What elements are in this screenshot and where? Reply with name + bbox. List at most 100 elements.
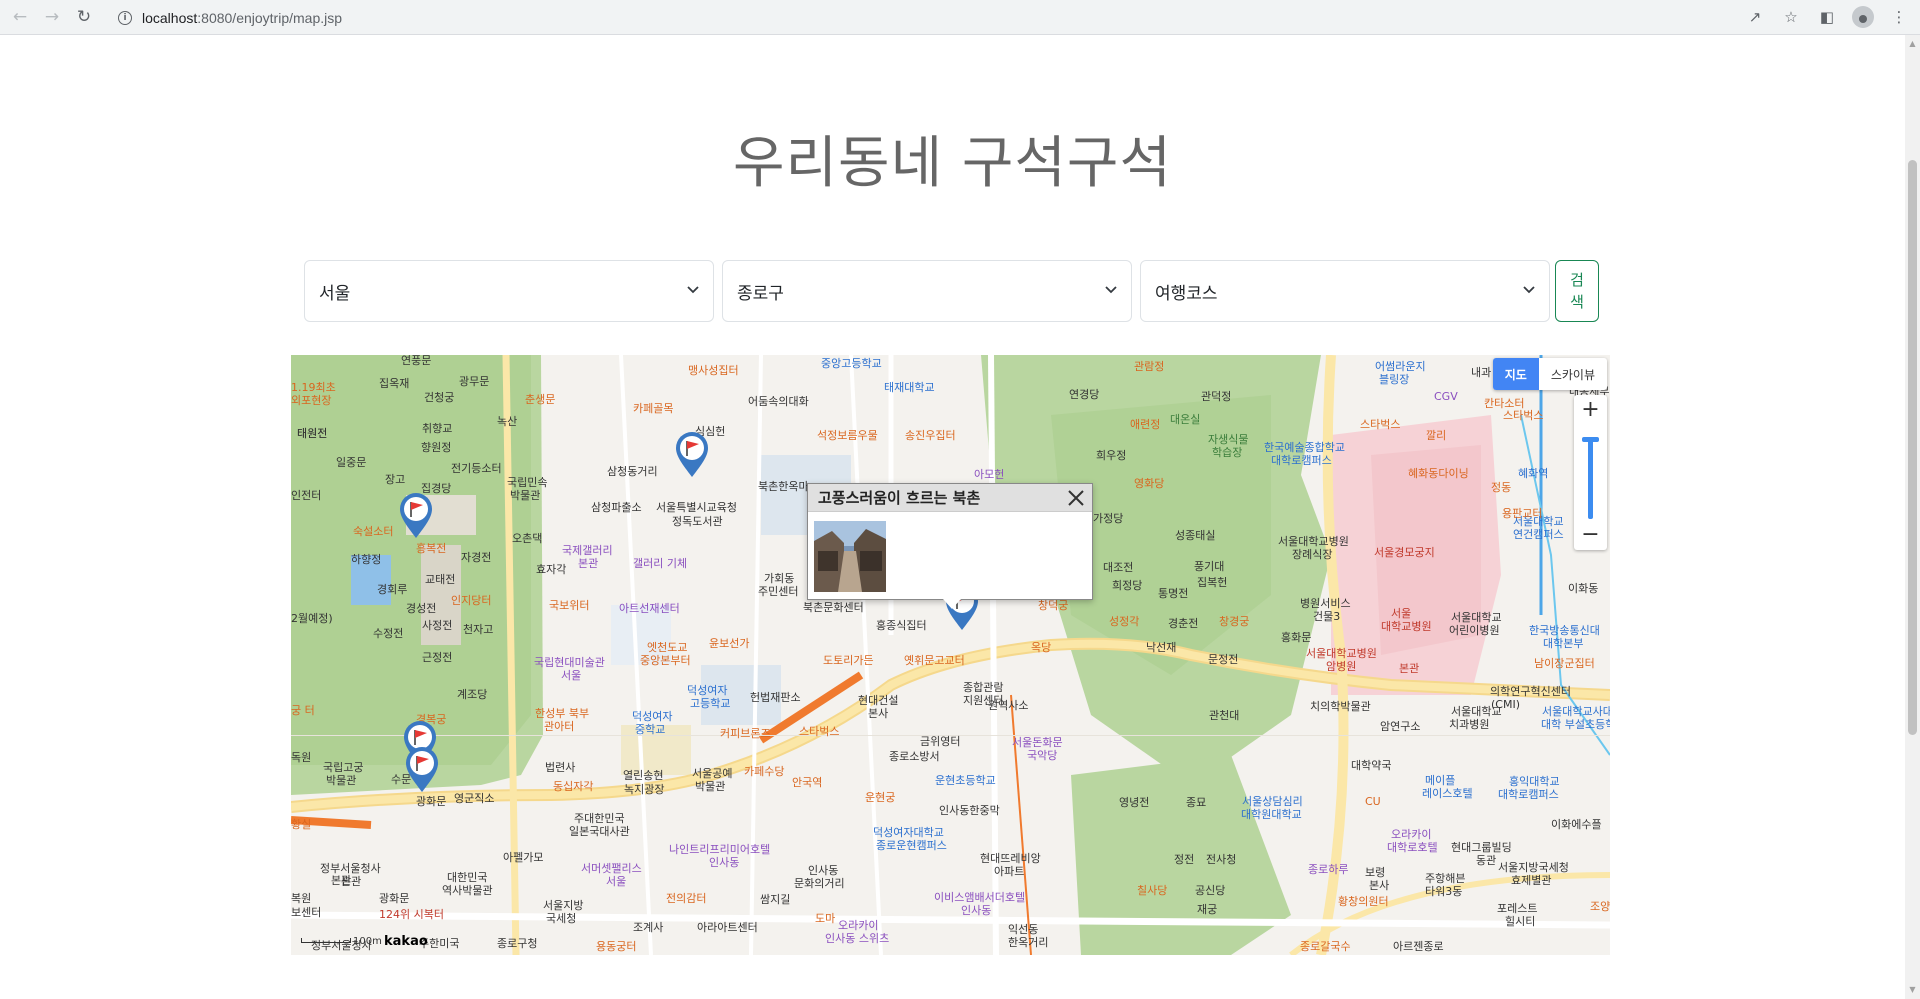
map-label: 광화문 [416,795,447,808]
map-label: 본관 [331,874,352,887]
map-label: 태재대학교 [884,381,935,394]
map-label: 황실 [291,818,312,831]
map-label: 헌법재판소 [750,691,801,704]
map-label: 안국역 [792,776,823,789]
back-icon[interactable]: ← [8,5,32,29]
bookmark-star-icon[interactable]: ☆ [1780,6,1802,28]
map-label: 외포현장 [291,394,332,407]
map-label: 성정각 [1109,615,1140,628]
map-label: 중앙본부터 [640,654,691,667]
map-label: 경회루 [377,583,408,596]
forward-icon[interactable]: → [40,5,64,29]
map-label: 혜화역 [1518,467,1549,480]
map-label: 공신당 [1195,884,1226,897]
zoom-slider-track[interactable] [1588,439,1593,519]
map-type-skyview-button[interactable]: 스카이뷰 [1539,358,1607,390]
map-label: 경춘전 [1168,617,1199,630]
map-label: 효자각 [536,563,567,576]
map-label: 내과 [1471,366,1492,379]
map-label: 아펠가모 [503,851,544,864]
map-label: 대학원대학교 [1241,808,1302,821]
map-label: 영녕전 [1119,796,1150,809]
map-label: 이비스앰배서더호텔 [934,891,1026,904]
search-button[interactable]: 검 색 [1555,260,1599,322]
map-label: 커피브론즈 [720,727,771,740]
map-label: 북촌문화센터 [803,601,864,614]
map-label: 어썸라운지 [1375,360,1426,373]
map-label: 효제별관 [1511,874,1552,887]
map-type-roadmap-button[interactable]: 지도 [1492,358,1539,390]
map-label: 현대뜨레비앙 [980,852,1041,865]
site-info-icon[interactable]: i [118,10,132,25]
map-label: 수정전 [373,627,404,640]
map-label: 익선동 [1008,923,1039,936]
sido-select[interactable]: 서울 [304,260,714,322]
map-label: 박물관 [326,774,357,787]
scroll-up-icon[interactable]: ▲ [1908,39,1917,49]
map-scale: 100m [301,936,382,947]
map-label: 칠사당 [1137,884,1168,897]
zoom-slider-handle[interactable] [1582,437,1599,442]
map-label: 본사 [1369,879,1390,892]
map-label: 국립현대미술관 [534,656,605,669]
page-scrollbar[interactable]: ▲ ▼ [1905,35,1920,999]
kakao-map[interactable]: 연풍문 집옥재 광무문 건청궁 춘생문 녹산 향원정 취향교 태원전 일중문 전… [291,355,1610,955]
tour-marker[interactable] [674,432,710,478]
map-label: 어둠속의대화 [748,395,809,408]
map-label: 타워3동 [1425,885,1463,898]
map-label: 연건캠퍼스 [1513,528,1564,541]
map-label: 종로운현캠퍼스 [876,839,947,852]
map-label: 카페수당 [744,765,785,778]
map-label: 국제갤러리 [562,544,613,557]
infowindow-title: 고풍스러움이 흐르는 북촌 [808,484,1092,512]
share-icon[interactable]: ↗ [1744,6,1766,28]
side-panel-icon[interactable]: ◧ [1816,6,1838,28]
address-bar[interactable]: i localhost:8080/enjoytrip/map.jsp [108,4,1903,31]
map-label: 송진우집터 [905,429,956,442]
map-label: 힐시티 [1505,915,1536,928]
map-label: 취향교 [422,422,453,435]
map-label: (CMI) [1491,698,1520,711]
map-label: 열린송현 [623,769,664,782]
profile-avatar-icon[interactable] [1852,6,1874,28]
map-label: 덕성여자 [632,710,673,723]
tour-marker[interactable] [398,493,434,539]
zoom-in-button[interactable]: + [1574,395,1607,425]
close-icon[interactable] [1066,488,1086,508]
map-label: 한국방송통신대 [1529,624,1600,637]
map-label: 중앙고등학교 [821,357,882,370]
map-label: 인전터 [291,489,322,502]
gugun-select[interactable]: 종로구 [722,260,1132,322]
scroll-thumb[interactable] [1908,160,1917,735]
content-type-select-value: 여행코스 [1155,283,1218,304]
zoom-out-button[interactable]: − [1574,520,1607,550]
map-label: 주민센터 [758,585,799,598]
reload-icon[interactable]: ↻ [72,5,96,29]
map-label: 아라아트센터 [697,921,758,934]
scroll-down-icon[interactable]: ▼ [1908,985,1917,995]
map-label: 삼청파출소 [591,501,642,514]
map-label: 궁 터 [291,704,315,717]
map-label: 학습장 [1212,446,1243,459]
map-label: 서울대학교병원 [1278,535,1349,548]
map-label: 흥복전 [416,542,447,555]
map-label: 대한민국 [447,871,488,884]
map-label: 보령 [1365,866,1386,879]
map-label: 옛휘문고교터 [904,654,965,667]
map-label: 윤보선가 [709,637,750,650]
map-label: 애련정 [1130,418,1161,431]
map-label: 창덕궁 [1038,599,1069,612]
map-label: 본사 [868,707,889,720]
map-label: 영화당 [1134,477,1165,490]
map-label: 레이스호텔 [1422,787,1473,800]
tour-marker[interactable] [404,747,440,793]
url-text[interactable]: localhost:8080/enjoytrip/map.jsp [142,10,342,26]
content-type-select[interactable]: 여행코스 [1140,260,1550,322]
map-label: 계조당 [457,688,488,701]
map-label: 풍기대 [1194,560,1225,573]
map-label: 종로갈국수 [1300,940,1351,953]
menu-kebab-icon[interactable]: ⋮ [1888,6,1910,28]
map-label: 암연구소 [1380,720,1421,733]
marker-infowindow: 고풍스러움이 흐르는 북촌 [807,483,1093,609]
map-label: 본관 [578,557,599,570]
